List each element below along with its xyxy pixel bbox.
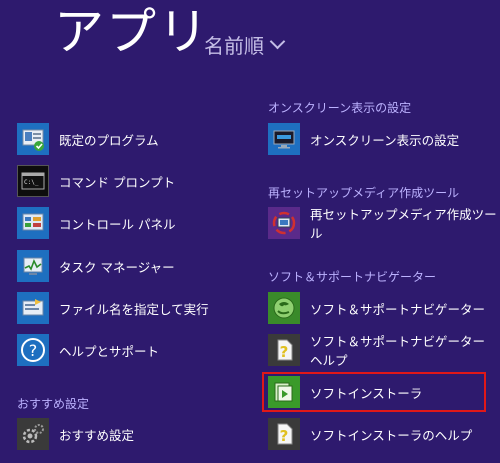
app-soft-support-navi-help[interactable]: ? ソフト＆サポートナビゲーター ヘルプ (268, 331, 500, 369)
app-soft-support-navi[interactable]: ソフト＆サポートナビゲーター (268, 289, 485, 327)
app-task-manager[interactable]: タスク マネージャー (17, 247, 175, 285)
resetup-media-icon (268, 207, 300, 239)
help-support-label: ヘルプとサポート (59, 343, 160, 359)
soft-support-navi-help-label: ソフト＆サポートナビゲーター ヘルプ (310, 334, 486, 368)
app-soft-installer-help[interactable]: ? ソフトインストーラのヘルプ (268, 415, 472, 453)
task-manager-label: タスク マネージャー (59, 259, 175, 275)
run-label: ファイル名を指定して実行 (59, 301, 209, 317)
svg-text:?: ? (280, 427, 289, 445)
svg-text:?: ? (29, 341, 38, 360)
run-icon (17, 292, 49, 324)
app-command-prompt[interactable]: C:\_ コマンド プロンプト (17, 162, 175, 200)
group-onscreen: オンスクリーン表示の設定 (268, 101, 412, 115)
osusume-settings-label: おすすめ設定 (59, 427, 135, 443)
app-help-support[interactable]: ? ヘルプとサポート (17, 331, 159, 369)
soft-installer-help-label: ソフトインストーラのヘルプ (310, 427, 473, 443)
command-prompt-label: コマンド プロンプト (59, 174, 176, 190)
app-control-panel[interactable]: コントロール パネル (17, 204, 175, 242)
app-onscreen-settings[interactable]: オンスクリーン表示の設定 (268, 120, 459, 158)
help-file-icon: ? (268, 418, 300, 450)
default-programs-icon (17, 123, 49, 155)
help-file-icon: ? (268, 334, 300, 366)
app-default-programs[interactable]: 既定のプログラム (17, 120, 159, 158)
task-manager-icon (17, 250, 49, 282)
sort-dropdown[interactable]: 名前順 (204, 30, 286, 59)
onscreen-settings-label: オンスクリーン表示の設定 (310, 132, 460, 148)
command-prompt-icon: C:\_ (17, 165, 49, 197)
app-resetup-tool[interactable]: 再セットアップメディア作成ツール (268, 204, 500, 242)
chevron-down-icon (269, 33, 286, 50)
apps-title: アプリ (54, 3, 210, 61)
default-programs-label: 既定のプログラム (59, 132, 159, 148)
soft-support-navi-icon (268, 292, 300, 324)
svg-text:?: ? (280, 343, 289, 361)
svg-text:C:\_: C:\_ (24, 179, 39, 186)
resetup-tool-label: 再セットアップメディア作成ツール (310, 207, 497, 241)
sort-label: 名前順 (204, 34, 264, 58)
onscreen-display-icon (268, 123, 300, 155)
help-icon: ? (17, 334, 49, 366)
group-soft-support: ソフト＆サポートナビゲーター (268, 270, 437, 284)
app-run[interactable]: ファイル名を指定して実行 (17, 289, 209, 327)
gear-icon (17, 418, 49, 450)
control-panel-icon (17, 207, 49, 239)
group-osusume: おすすめ設定 (17, 397, 90, 411)
selection-highlight (262, 372, 486, 412)
control-panel-label: コントロール パネル (59, 216, 176, 232)
group-resetup: 再セットアップメディア作成ツール (268, 186, 460, 200)
app-osusume-settings[interactable]: おすすめ設定 (17, 415, 134, 453)
soft-support-navi-label: ソフト＆サポートナビゲーター (310, 301, 486, 317)
